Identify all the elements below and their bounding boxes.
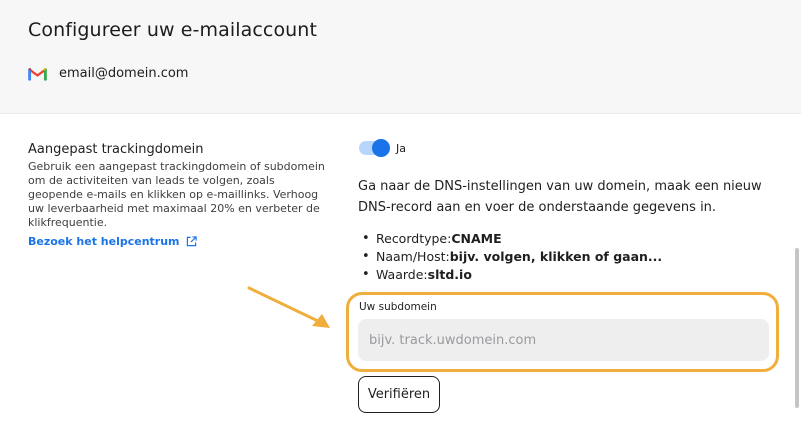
page-title: Configureer uw e-mailaccount <box>28 19 317 41</box>
external-link-icon <box>186 236 197 247</box>
record-label: Recordtype: <box>376 231 452 246</box>
help-link-label: Bezoek het helpcentrum <box>28 235 180 248</box>
header: Configureer uw e-mailaccount email@domei… <box>0 0 801 114</box>
subdomain-label: Uw subdomein <box>359 301 437 313</box>
scrollbar[interactable] <box>795 248 799 408</box>
dns-record-list: • Recordtype: CNAME • Naam/Host: bijv. vol… <box>362 230 662 284</box>
account-email: email@domein.com <box>59 66 189 81</box>
gmail-icon <box>28 68 47 81</box>
subdomain-input[interactable] <box>358 319 769 361</box>
dns-instruction: Ga naar de DNS-instellingen van uw domei… <box>358 179 762 215</box>
tracking-toggle-row: Ja <box>359 139 406 157</box>
list-item: • Recordtype: CNAME <box>362 231 502 246</box>
record-label: Waarde: <box>376 267 428 282</box>
verify-button[interactable]: Verifiëren <box>358 376 440 413</box>
record-label: Naam/Host: <box>376 249 450 264</box>
list-item: • Waarde: sltd.io <box>362 267 472 282</box>
section-title: Aangepast trackingdomein <box>28 142 204 157</box>
record-value: bijv. volgen, klikken of gaan... <box>449 249 663 264</box>
toggle-label: Ja <box>396 141 406 155</box>
record-value: sltd.io <box>427 267 472 282</box>
section-description: Gebruik een aangepast trackingdomein of … <box>28 160 325 229</box>
tracking-info: Aangepast trackingdomein Gebruik een aan… <box>28 142 328 249</box>
record-value: CNAME <box>451 231 502 246</box>
list-item: • Naam/Host: bijv. volgen, klikken of gaa… <box>362 249 663 264</box>
account-row: email@domein.com <box>28 66 188 81</box>
help-center-link[interactable]: Bezoek het helpcentrum <box>28 235 197 248</box>
toggle-knob <box>372 139 390 157</box>
tracking-toggle[interactable] <box>359 139 390 157</box>
pointer-arrow-icon <box>247 286 330 328</box>
